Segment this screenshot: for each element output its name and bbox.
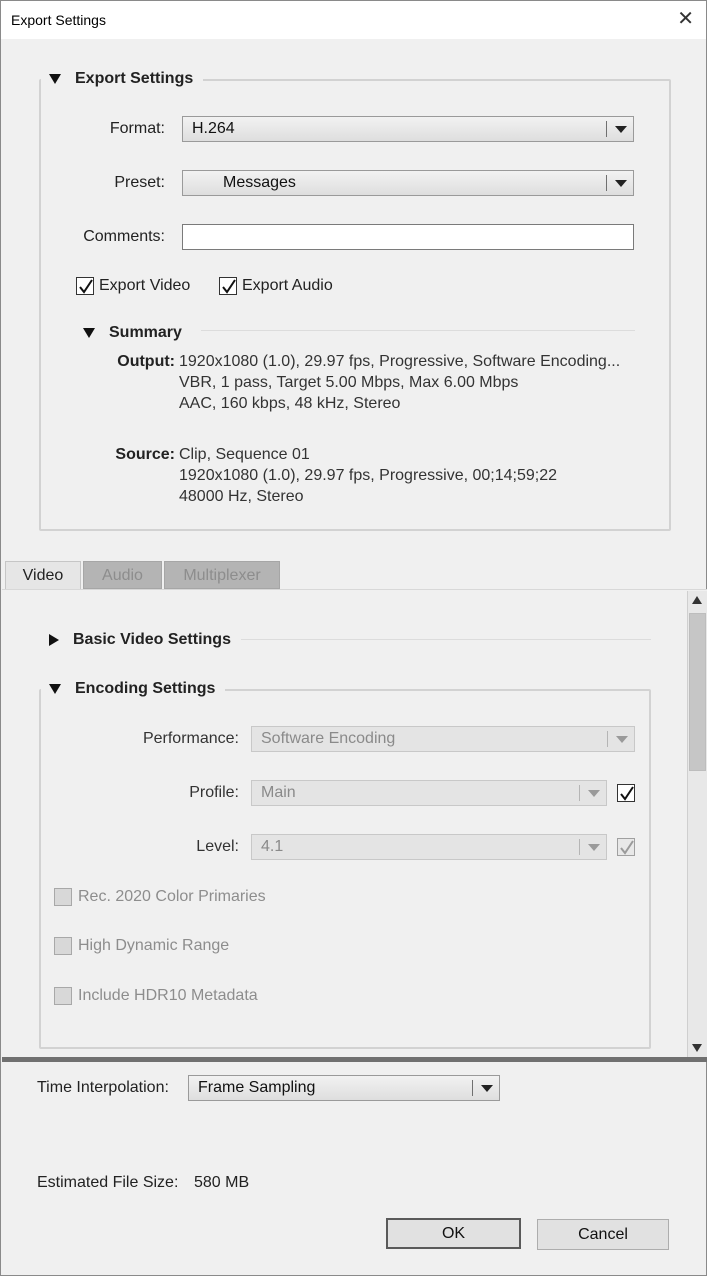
comments-input[interactable] xyxy=(182,224,634,250)
checkmark-icon xyxy=(79,279,93,294)
rec2020-checkbox[interactable] xyxy=(54,888,72,906)
format-label: Format: xyxy=(109,120,165,137)
ok-button[interactable]: OK xyxy=(386,1218,521,1249)
export-settings-header[interactable]: Export Settings xyxy=(41,69,204,89)
profile-dropdown[interactable]: Main xyxy=(251,780,607,806)
tab-audio[interactable]: Audio xyxy=(83,561,162,589)
rec2020-label: Rec. 2020 Color Primaries xyxy=(78,888,266,905)
output-line: VBR, 1 pass, Target 5.00 Mbps, Max 6.00 … xyxy=(179,374,519,391)
time-interpolation-value: Frame Sampling xyxy=(198,1079,316,1096)
source-line: 48000 Hz, Stereo xyxy=(179,488,304,505)
collapse-triangle-icon[interactable] xyxy=(83,328,95,338)
summary-header[interactable]: Summary xyxy=(77,323,192,343)
pane-divider[interactable] xyxy=(2,1057,707,1062)
chevron-down-icon xyxy=(481,1085,493,1092)
title-bar: Export Settings ✕ xyxy=(1,1,706,39)
performance-value: Software Encoding xyxy=(261,730,396,747)
hdr10-checkbox[interactable] xyxy=(54,987,72,1005)
comments-label: Comments: xyxy=(83,228,165,245)
close-icon[interactable]: ✕ xyxy=(677,8,694,30)
export-audio-checkbox[interactable] xyxy=(219,277,237,295)
scroll-down-button[interactable] xyxy=(688,1038,707,1057)
collapse-triangle-icon[interactable] xyxy=(49,684,61,694)
export-settings-dialog: Export Settings ✕ Export Settings Format… xyxy=(0,0,707,1276)
scrollbar-thumb[interactable] xyxy=(689,613,706,771)
export-audio-label[interactable]: Export Audio xyxy=(242,277,333,295)
preset-value: Messages xyxy=(223,174,296,191)
output-line: AAC, 160 kbps, 48 kHz, Stereo xyxy=(179,395,401,412)
basic-video-settings-title: Basic Video Settings xyxy=(73,631,231,648)
chevron-down-icon xyxy=(588,790,600,797)
level-label: Level: xyxy=(196,838,239,855)
level-value: 4.1 xyxy=(261,838,284,855)
estimated-file-size-value: 580 MB xyxy=(194,1174,250,1191)
profile-checkbox[interactable] xyxy=(617,784,635,802)
encoding-settings-title: Encoding Settings xyxy=(75,680,216,697)
source-line: Clip, Sequence 01 xyxy=(179,446,310,463)
estimated-file-size-label: Estimated File Size: xyxy=(37,1174,179,1191)
checkmark-icon xyxy=(620,786,634,801)
vertical-scrollbar[interactable] xyxy=(687,591,707,1057)
export-video-label[interactable]: Export Video xyxy=(99,277,190,295)
chevron-down-icon xyxy=(615,126,627,133)
performance-dropdown[interactable]: Software Encoding xyxy=(251,726,635,752)
hdr-checkbox[interactable] xyxy=(54,937,72,955)
chevron-down-icon xyxy=(588,844,600,851)
preset-label: Preset: xyxy=(114,174,165,191)
export-video-checkbox[interactable] xyxy=(76,277,94,295)
profile-label: Profile: xyxy=(189,784,239,801)
hdr-label: High Dynamic Range xyxy=(78,937,230,954)
cancel-button[interactable]: Cancel xyxy=(537,1219,669,1250)
source-key: Source: xyxy=(115,446,175,463)
output-key: Output: xyxy=(117,353,175,370)
chevron-down-icon xyxy=(615,180,627,187)
format-value: H.264 xyxy=(192,120,235,137)
basic-video-settings-header[interactable]: Basic Video Settings xyxy=(41,630,241,650)
output-line: 1920x1080 (1.0), 29.97 fps, Progressive,… xyxy=(179,353,621,370)
checkmark-icon xyxy=(222,279,236,294)
checkmark-icon xyxy=(620,840,634,855)
expand-triangle-icon[interactable] xyxy=(49,634,59,646)
time-interpolation-label: Time Interpolation: xyxy=(37,1079,169,1096)
tab-multiplexer[interactable]: Multiplexer xyxy=(164,561,280,589)
level-dropdown[interactable]: 4.1 xyxy=(251,834,607,860)
profile-value: Main xyxy=(261,784,296,801)
hdr10-label: Include HDR10 Metadata xyxy=(78,987,258,1004)
source-line: 1920x1080 (1.0), 29.97 fps, Progressive,… xyxy=(179,467,558,484)
time-interpolation-dropdown[interactable]: Frame Sampling xyxy=(188,1075,500,1101)
collapse-triangle-icon[interactable] xyxy=(49,74,61,84)
level-checkbox[interactable] xyxy=(617,838,635,856)
chevron-down-icon xyxy=(616,736,628,743)
summary-title: Summary xyxy=(109,324,182,341)
encoding-settings-header[interactable]: Encoding Settings xyxy=(41,679,226,699)
preset-dropdown[interactable]: Messages xyxy=(182,170,634,196)
scroll-up-button[interactable] xyxy=(688,591,707,610)
format-dropdown[interactable]: H.264 xyxy=(182,116,634,142)
window-title: Export Settings xyxy=(11,12,106,28)
export-settings-title: Export Settings xyxy=(75,70,194,87)
arrow-up-icon xyxy=(692,596,702,604)
tab-video[interactable]: Video xyxy=(5,561,81,589)
arrow-down-icon xyxy=(692,1044,702,1052)
performance-label: Performance: xyxy=(142,730,239,747)
